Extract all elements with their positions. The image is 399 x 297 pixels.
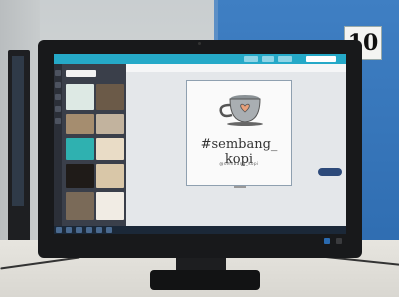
windows-taskbar — [54, 226, 346, 234]
template-thumbnail[interactable] — [96, 192, 124, 220]
design-handle-text[interactable]: @sembang_kopi — [187, 161, 291, 166]
template-thumbnail[interactable] — [96, 114, 124, 134]
tool-icon[interactable] — [55, 118, 61, 124]
template-thumbnail[interactable] — [66, 84, 94, 110]
tool-icon[interactable] — [55, 82, 61, 88]
top-bar-button[interactable] — [262, 56, 274, 62]
template-thumbnail[interactable] — [66, 192, 94, 220]
power-button-icon[interactable] — [336, 238, 342, 244]
template-thumbnail[interactable] — [96, 84, 124, 110]
windows-logo-icon — [324, 238, 330, 244]
zoom-control[interactable] — [318, 168, 342, 176]
canvas-toolbar — [126, 64, 346, 72]
taskbar-app-icon[interactable] — [66, 227, 72, 233]
monitor-screen[interactable]: #sembang_ kopi @sembang_kopi — [54, 54, 346, 234]
search-input[interactable] — [66, 70, 96, 77]
template-thumbnail[interactable] — [66, 164, 94, 188]
coffee-cup-icon — [219, 95, 263, 126]
taskbar-app-icon[interactable] — [86, 227, 92, 233]
share-button[interactable] — [306, 56, 336, 62]
editor-top-bar — [54, 54, 346, 64]
tool-icon[interactable] — [55, 70, 61, 76]
design-canvas-area: #sembang_ kopi @sembang_kopi — [126, 64, 346, 226]
template-thumbnail[interactable] — [66, 114, 94, 134]
page-resize-handle[interactable] — [234, 186, 246, 188]
tool-icon[interactable] — [55, 94, 61, 100]
tool-icon[interactable] — [55, 106, 61, 112]
template-thumbnail[interactable] — [96, 138, 124, 160]
tool-sidebar — [54, 64, 62, 226]
taskbar-app-icon[interactable] — [96, 227, 102, 233]
template-thumbnail[interactable] — [96, 164, 124, 188]
top-bar-button[interactable] — [278, 56, 292, 62]
adjacent-monitor-screen — [12, 56, 24, 206]
template-panel — [62, 64, 126, 226]
taskbar-app-icon[interactable] — [106, 227, 112, 233]
taskbar-app-icon[interactable] — [76, 227, 82, 233]
top-bar-button[interactable] — [244, 56, 258, 62]
all-in-one-monitor: #sembang_ kopi @sembang_kopi — [38, 40, 362, 258]
monitor-stand-base — [150, 270, 260, 290]
start-icon[interactable] — [56, 227, 62, 233]
design-page[interactable]: #sembang_ kopi @sembang_kopi — [186, 80, 292, 186]
webcam — [198, 42, 201, 45]
template-thumbnail[interactable] — [66, 138, 94, 160]
